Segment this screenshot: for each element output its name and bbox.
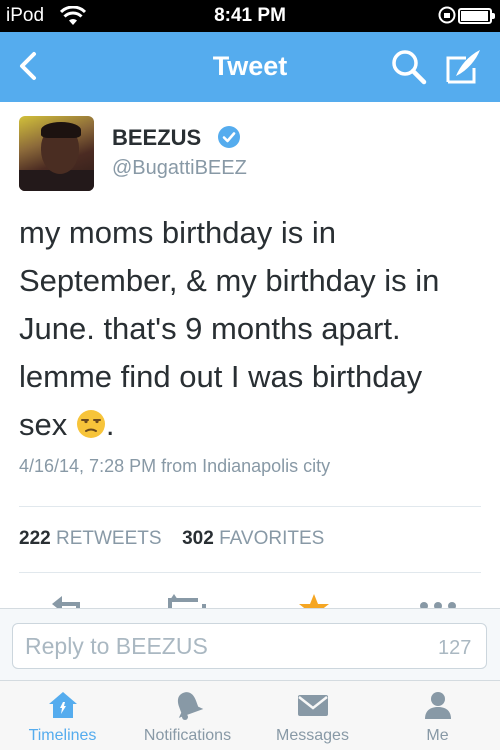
- tab-me[interactable]: Me: [375, 681, 500, 750]
- favorites-label[interactable]: FAVORITES: [219, 528, 324, 549]
- tweet-text-line: lemme find out I was birthday: [19, 359, 423, 394]
- envelope-icon: [298, 695, 328, 716]
- favorites-count[interactable]: 302: [182, 528, 214, 549]
- tab-label: Timelines: [28, 727, 97, 744]
- tweet-actions: [0, 588, 500, 610]
- battery-icon: [458, 8, 495, 24]
- tweet-timestamp: 4/16/14, 7:28 PM from Indianapolis city: [19, 456, 331, 476]
- search-icon: [392, 50, 427, 85]
- divider: [19, 506, 481, 507]
- bell-icon: [177, 692, 204, 720]
- tab-label: Notifications: [143, 727, 232, 744]
- tab-label: Messages: [276, 727, 349, 744]
- retweets-label[interactable]: RETWEETS: [56, 528, 162, 549]
- person-icon: [425, 692, 451, 719]
- avatar[interactable]: [19, 116, 94, 191]
- tweet-text-segment: sex: [19, 407, 76, 442]
- display-name[interactable]: BEEZUS: [112, 125, 201, 151]
- status-bar: iPod 8:41 PM: [0, 0, 500, 32]
- tweet-text-line: June. that's 9 months apart.: [19, 311, 401, 346]
- user-handle[interactable]: @BugattiBEEZ: [112, 157, 247, 180]
- rotation-lock-icon: [438, 6, 456, 30]
- verified-badge-icon: [217, 125, 241, 149]
- tab-bar: Timelines Notifications Messages Me: [0, 680, 500, 750]
- tweet-text-line: sex .: [19, 401, 489, 449]
- divider: [19, 572, 481, 573]
- tweet-stats: 222 RETWEETS 302 FAVORITES: [19, 528, 324, 550]
- retweets-count[interactable]: 222: [19, 528, 51, 549]
- compose-button[interactable]: [440, 44, 486, 90]
- tweet-text-line: my moms birthday is in: [19, 215, 336, 250]
- unamused-face-emoji-icon: [76, 405, 106, 438]
- tweet-text-segment: .: [105, 407, 115, 442]
- reply-bar: 127: [0, 608, 500, 680]
- tweet-text-line: September, & my birthday is in: [19, 263, 440, 298]
- compose-icon: [446, 50, 480, 84]
- tab-messages[interactable]: Messages: [250, 681, 375, 750]
- home-icon: [49, 692, 77, 718]
- character-count: 127: [438, 637, 472, 659]
- status-time: 8:41 PM: [214, 5, 286, 26]
- search-button[interactable]: [388, 46, 430, 88]
- reply-input[interactable]: [12, 623, 487, 669]
- tab-timelines[interactable]: Timelines: [0, 681, 125, 750]
- nav-bar: Tweet: [0, 32, 500, 102]
- tweet-text: my moms birthday is in September, & my b…: [19, 209, 489, 449]
- tab-label: Me: [426, 727, 449, 744]
- tab-notifications[interactable]: Notifications: [125, 681, 250, 750]
